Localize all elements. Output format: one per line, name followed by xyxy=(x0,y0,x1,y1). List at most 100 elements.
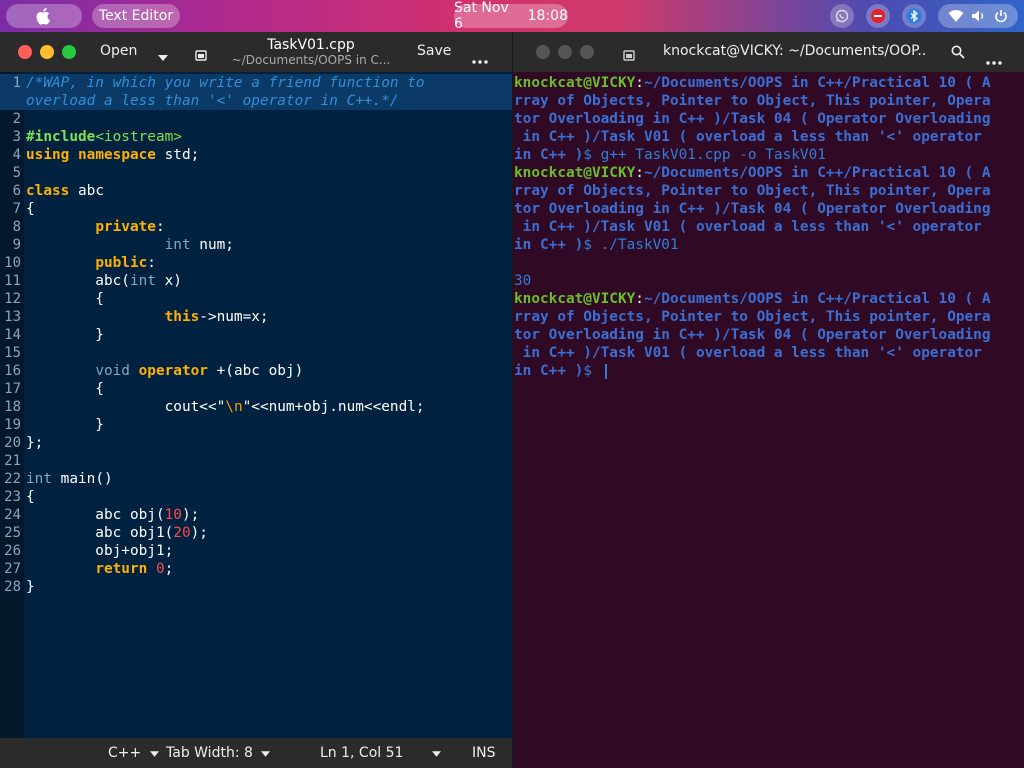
code-line[interactable]: 1 /*WAP, in which you write a friend func… xyxy=(0,74,512,92)
code-line[interactable]: 11 abc(int x) xyxy=(0,272,512,290)
code-line[interactable]: 19 } xyxy=(0,416,512,434)
system-menu-button[interactable] xyxy=(938,4,1018,28)
code-text: int num; xyxy=(26,236,234,254)
minimize-window-button[interactable] xyxy=(558,45,572,59)
open-dropdown-button[interactable] xyxy=(158,46,168,65)
line-number: 2 xyxy=(12,111,21,127)
open-button[interactable]: Open xyxy=(100,43,137,59)
terminal-token: rray of Objects, Pointer to Object, This… xyxy=(514,309,991,325)
language-label: C++ xyxy=(108,745,142,761)
code-line[interactable]: 15 xyxy=(0,344,512,362)
new-document-button[interactable] xyxy=(195,46,207,65)
maximize-window-button[interactable] xyxy=(580,45,594,59)
document-path: ~/Documents/OOPS in C... xyxy=(231,53,391,67)
maximize-window-button[interactable] xyxy=(62,45,76,59)
line-number: 23 xyxy=(4,489,21,505)
code-line[interactable]: 28} xyxy=(0,578,512,596)
code-line[interactable]: 10 public: xyxy=(0,254,512,272)
code-line[interactable]: 20}; xyxy=(0,434,512,452)
chevron-down-icon xyxy=(432,751,441,757)
code-token: overload a less than '<' operator in C++… xyxy=(26,93,399,109)
code-line[interactable]: 5 xyxy=(0,164,512,182)
app-menu-button[interactable]: Text Editor xyxy=(92,4,180,28)
code-text: abc(int x) xyxy=(26,272,182,290)
code-line[interactable]: 24 abc obj(10); xyxy=(0,506,512,524)
terminal-token: in C++ ) xyxy=(514,147,584,163)
editor-statusbar: C++ Tab Width: 8 Ln 1, Col 51 INS xyxy=(0,738,512,768)
bluetooth-tray-button[interactable] xyxy=(902,4,926,28)
code-line[interactable]: 23 { xyxy=(0,488,512,506)
code-token: { xyxy=(26,291,104,307)
code-line[interactable]: 8 private: xyxy=(0,218,512,236)
whatsapp-tray-button[interactable] xyxy=(830,4,854,28)
code-line[interactable]: 6 class abc xyxy=(0,182,512,200)
terminal-token: ~/Documents/OOPS in C++/Practical 10 ( A xyxy=(643,165,991,181)
dnd-tray-button[interactable] xyxy=(866,4,890,28)
code-token: int xyxy=(129,273,156,289)
code-line[interactable]: 17 { xyxy=(0,380,512,398)
line-number: 16 xyxy=(4,363,21,379)
code-line[interactable]: 16 void operator +(abc obj) xyxy=(0,362,512,380)
bluetooth-icon xyxy=(906,8,922,24)
whatsapp-icon xyxy=(835,9,849,23)
terminal-search-button[interactable] xyxy=(951,44,965,63)
terminal-output[interactable]: knockcat@VICKY:~/Documents/OOPS in C++/P… xyxy=(513,72,1024,768)
close-window-button[interactable] xyxy=(536,45,550,59)
new-tab-button[interactable] xyxy=(623,46,635,65)
minimize-window-button[interactable] xyxy=(40,45,54,59)
code-line[interactable]: 27 return 0; xyxy=(0,560,512,578)
code-token: { xyxy=(26,489,35,505)
code-token: : xyxy=(155,219,165,235)
apple-icon xyxy=(36,8,50,25)
code-line[interactable]: 26 obj+obj1; xyxy=(0,542,512,560)
code-line[interactable]: 3 #include<iostream> xyxy=(0,128,512,146)
close-window-button[interactable] xyxy=(18,45,32,59)
code-token: ); xyxy=(181,507,200,523)
code-editor[interactable]: 1 /*WAP, in which you write a friend func… xyxy=(0,72,512,738)
code-token: <iostream> xyxy=(95,129,182,145)
code-line[interactable]: 7{ xyxy=(0,200,512,218)
activities-button[interactable] xyxy=(6,4,82,28)
code-token: x) xyxy=(155,273,182,289)
code-line[interactable]: 9 int num; xyxy=(0,236,512,254)
insert-mode-indicator[interactable]: INS xyxy=(472,745,496,761)
editor-menu-button[interactable] xyxy=(472,49,488,68)
code-line[interactable]: 13 this->num=x; xyxy=(0,308,512,326)
code-line[interactable]: 2 xyxy=(0,110,512,128)
code-line[interactable]: 4 using namespace std; xyxy=(0,146,512,164)
terminal-menu-button[interactable] xyxy=(986,50,1002,69)
code-line[interactable]: 12 { xyxy=(0,290,512,308)
language-selector[interactable]: C++ xyxy=(108,745,159,761)
save-button[interactable]: Save xyxy=(417,43,451,59)
code-line[interactable]: 14 } xyxy=(0,326,512,344)
code-line[interactable]: 21 xyxy=(0,452,512,470)
cursor-position[interactable]: Ln 1, Col 51 xyxy=(320,745,403,761)
tab-width-selector[interactable]: Tab Width: 8 xyxy=(166,745,271,761)
terminal-token: $ ./TaskV01 xyxy=(583,237,679,253)
line-number: 7 xyxy=(12,201,21,217)
code-line[interactable]: 18 cout<<"\n"<<num+obj.num<<endl; xyxy=(0,398,512,416)
code-token: \n xyxy=(225,399,243,415)
terminal-line: knockcat@VICKY:~/Documents/OOPS in C++/P… xyxy=(514,74,991,92)
search-icon xyxy=(951,45,965,59)
line-number: 28 xyxy=(4,579,21,595)
code-token: " xyxy=(242,399,252,415)
code-text: } xyxy=(26,578,35,596)
terminal-line: tor Overloading in C++ )/Task 04 ( Opera… xyxy=(514,326,991,344)
editor-title: TaskV01.cpp ~/Documents/OOPS in C... xyxy=(230,37,392,67)
terminal-token: $ xyxy=(583,363,601,379)
code-line[interactable]: overload a less than '<' operator in C++… xyxy=(0,92,512,110)
cursor-position-label: Ln 1, Col 51 xyxy=(320,745,404,761)
line-number: 27 xyxy=(4,561,21,577)
position-dropdown-button[interactable] xyxy=(432,745,441,761)
clock-button[interactable]: Sat Nov 6 18:08 xyxy=(454,0,568,32)
terminal-token: $ g++ TaskV01.cpp -o TaskV01 xyxy=(583,147,826,163)
code-line[interactable]: 25 abc obj1(20); xyxy=(0,524,512,542)
code-token: ; xyxy=(164,561,174,577)
code-text: cout<<"\n"<<num+obj.num<<endl; xyxy=(26,398,425,416)
code-token: public xyxy=(95,255,148,271)
code-token: +(abc obj) xyxy=(207,363,304,379)
code-line[interactable]: 22 int main() xyxy=(0,470,512,488)
